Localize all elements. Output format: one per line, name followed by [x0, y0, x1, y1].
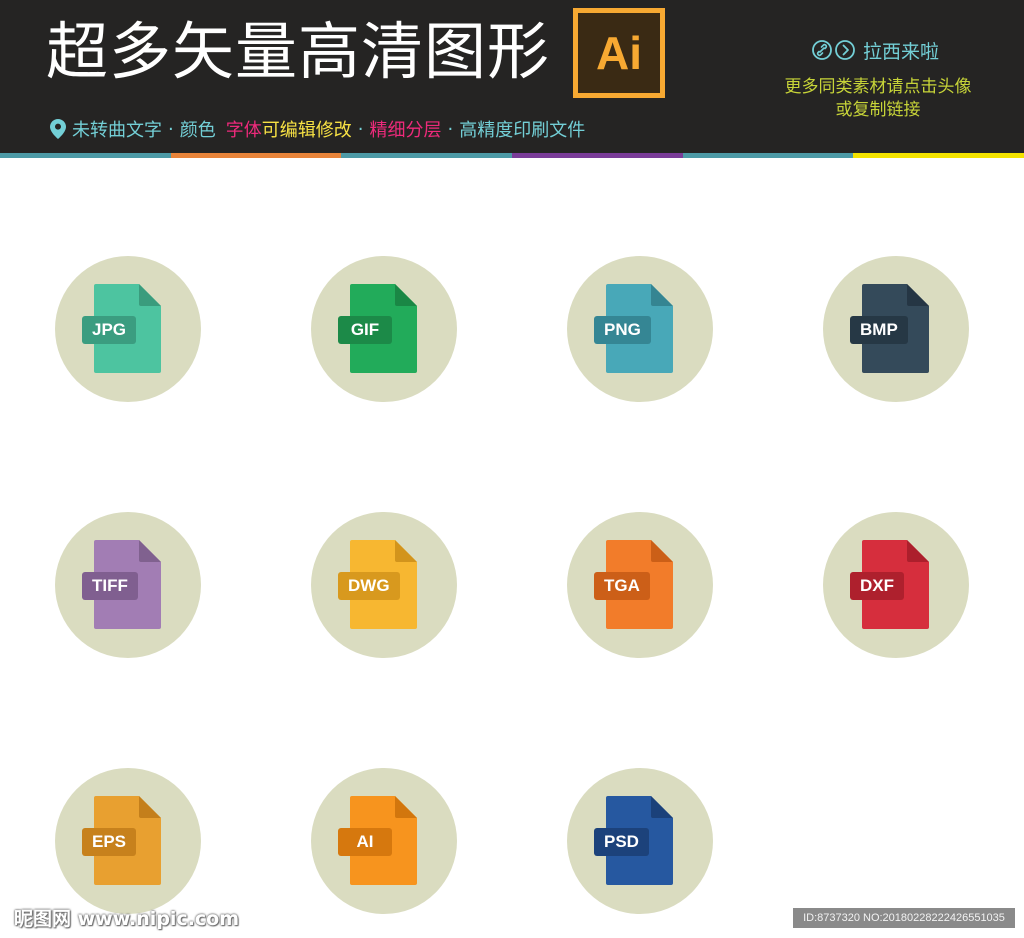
- color-divider: [0, 153, 1024, 158]
- promo-text: 更多同类素材请点击头像 或复制链接: [770, 76, 986, 122]
- illustrator-logo-text: Ai: [596, 27, 642, 79]
- image-id-strip: ID:8737320 NO:20180228222426551035: [793, 908, 1015, 928]
- illustrator-logo: Ai: [573, 8, 665, 98]
- page-fold: [139, 540, 161, 562]
- page-fold: [139, 796, 161, 818]
- page-fold: [651, 284, 673, 306]
- location-pin-icon: [50, 119, 66, 139]
- psd-file-icon: PSD: [567, 768, 713, 914]
- dwg-file-icon: DWG: [311, 512, 457, 658]
- page-fold: [651, 796, 673, 818]
- site-watermark: 昵图网 www.nipic.com: [14, 908, 240, 930]
- feature-layers: 精细分层: [369, 120, 442, 141]
- ai-file-icon: AI: [311, 768, 457, 914]
- feature-separator: ·: [447, 118, 454, 140]
- page-fold: [139, 284, 161, 306]
- page-fold: [651, 540, 673, 562]
- file-type-label: BMP: [850, 316, 908, 344]
- file-type-label: DXF: [850, 572, 904, 600]
- author-link[interactable]: 拉西来啦: [812, 36, 939, 64]
- promo-line-2: 或复制链接: [835, 100, 921, 120]
- file-type-label: TGA: [594, 572, 650, 600]
- page-fold: [395, 796, 417, 818]
- file-type-label: DWG: [338, 572, 400, 600]
- feature-color: 颜色: [179, 120, 216, 141]
- divider-segment: [853, 153, 1024, 158]
- file-type-label: EPS: [82, 828, 137, 856]
- divider-segment: [512, 153, 683, 158]
- file-type-label: PNG: [594, 316, 651, 344]
- divider-segment: [682, 153, 854, 158]
- file-type-label: GIF: [338, 316, 392, 344]
- header-banner: 超多矢量高清图形 Ai 未转曲文字 · 颜色 字体 可编辑修改 · 精细分层 ·…: [0, 0, 1024, 158]
- eps-file-icon: EPS: [55, 768, 201, 914]
- jpg-file-icon: JPG: [55, 256, 201, 402]
- feature-font: 字体: [225, 120, 262, 141]
- page-fold: [395, 284, 417, 306]
- tiff-file-icon: TIFF: [55, 512, 201, 658]
- chevron-right-icon: [835, 40, 855, 60]
- promo-line-1: 更多同类素材请点击头像: [784, 77, 972, 97]
- author-name: 拉西来啦: [863, 40, 940, 63]
- bmp-file-icon: BMP: [823, 256, 969, 402]
- feature-list: 未转曲文字 · 颜色 字体 可编辑修改 · 精细分层 · 高精度印刷文件: [50, 116, 585, 142]
- divider-segment: [0, 153, 171, 158]
- file-type-label: AI: [338, 828, 392, 856]
- feature-print-quality: 高精度印刷文件: [459, 120, 586, 141]
- gif-file-icon: GIF: [311, 256, 457, 402]
- feature-unoutlined-text: 未转曲文字: [72, 120, 162, 141]
- page-fold: [395, 540, 417, 562]
- png-file-icon: PNG: [567, 256, 713, 402]
- link-icon: [812, 40, 832, 60]
- page-fold: [907, 540, 929, 562]
- file-type-label: TIFF: [82, 572, 138, 600]
- dxf-file-icon: DXF: [823, 512, 969, 658]
- feature-separator: ·: [168, 118, 174, 140]
- divider-segment: [341, 153, 513, 158]
- divider-segment: [170, 153, 342, 158]
- tga-file-icon: TGA: [567, 512, 713, 658]
- file-type-label: PSD: [594, 828, 649, 856]
- file-type-label: JPG: [82, 316, 137, 344]
- page-title: 超多矢量高清图形: [46, 15, 551, 88]
- feature-separator: ·: [357, 118, 364, 140]
- page-fold: [907, 284, 929, 306]
- feature-editable: 可编辑修改: [261, 120, 352, 141]
